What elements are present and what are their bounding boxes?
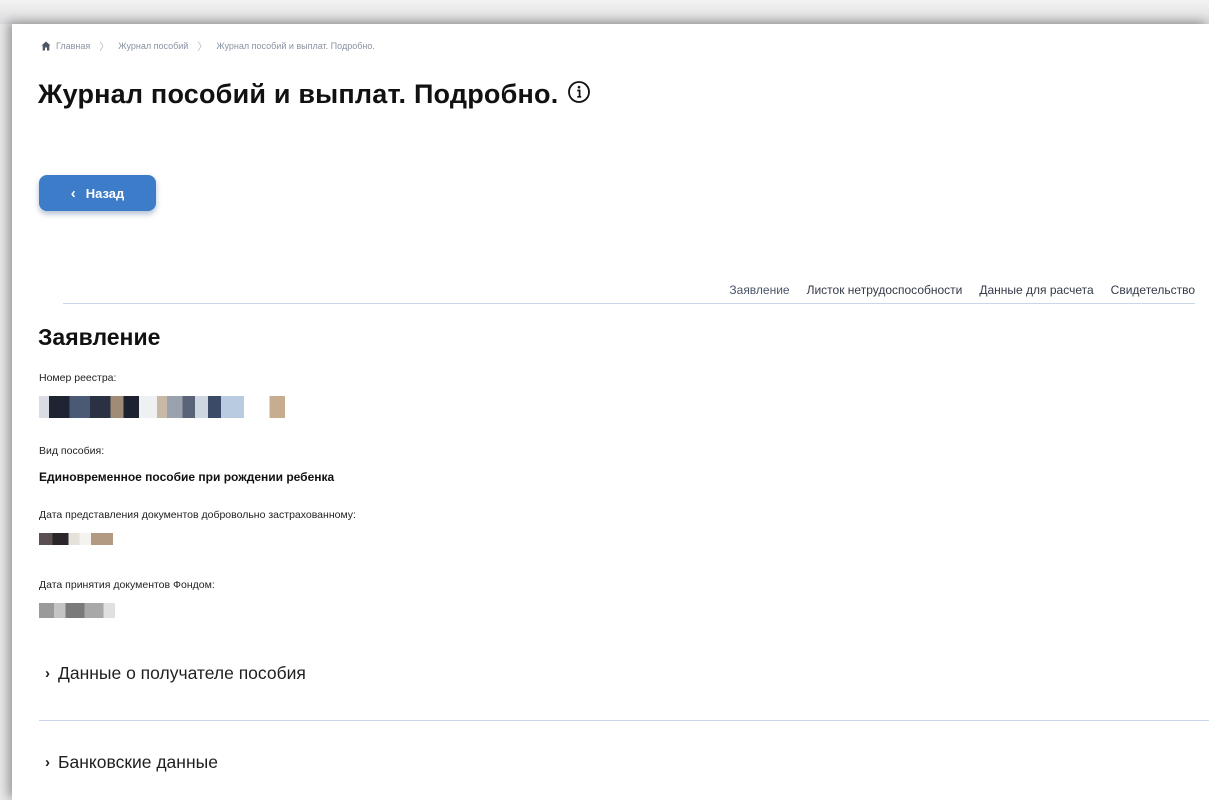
breadcrumb-home[interactable]: Главная — [56, 41, 90, 51]
back-button[interactable]: ‹ Назад — [39, 175, 156, 211]
section-title: Заявление — [38, 324, 161, 350]
chevron-right-icon: › — [45, 754, 50, 771]
breadcrumb: Главная 〉 Журнал пособий 〉 Журнал пособи… — [41, 38, 375, 53]
page-title-text: Журнал пособий и выплат. Подробно. — [38, 79, 559, 109]
tab-certificate[interactable]: Свидетельство — [1111, 283, 1195, 297]
tab-calculation-data[interactable]: Данные для расчета — [979, 283, 1093, 297]
docs-accepted-date-redacted — [39, 603, 115, 618]
bank-data-toggle[interactable]: › Банковские данные — [45, 752, 218, 773]
benefit-type-value: Единовременное пособие при рождении ребе… — [39, 470, 335, 484]
page-title: Журнал пособий и выплат. Подробно. — [38, 79, 591, 110]
info-icon[interactable] — [567, 80, 591, 104]
chevron-right-icon: 〉 — [99, 42, 110, 53]
recipient-data-label: Данные о получателе пособия — [58, 663, 306, 683]
recipient-data-toggle[interactable]: › Данные о получателе пособия — [45, 663, 306, 684]
tabs-divider — [63, 303, 1195, 304]
chevron-right-icon: › — [45, 665, 50, 682]
tab-application[interactable]: Заявление — [729, 283, 789, 297]
registry-number-label: Номер реестра: — [39, 372, 117, 384]
breadcrumb-current: Журнал пособий и выплат. Подробно. — [216, 40, 375, 51]
chevron-right-icon: 〉 — [197, 42, 208, 53]
benefit-type-label: Вид пособия: — [39, 445, 105, 457]
tab-sick-leave[interactable]: Листок нетрудоспособности — [807, 283, 963, 297]
docs-accepted-label: Дата принятия документов Фондом: — [39, 579, 215, 591]
registry-number-redacted — [39, 396, 295, 418]
back-button-label: Назад — [85, 185, 125, 201]
section-tabs: Заявление Листок нетрудоспособности Данн… — [712, 283, 1195, 297]
docs-submitted-date-redacted — [39, 533, 113, 545]
section-divider — [39, 720, 1209, 721]
page-container: Главная 〉 Журнал пособий 〉 Журнал пособи… — [12, 24, 1209, 800]
docs-submitted-label: Дата представления документов добровольн… — [39, 509, 356, 521]
window-top-edge — [0, 0, 1209, 24]
chevron-left-icon: ‹ — [70, 184, 76, 202]
breadcrumb-journal[interactable]: Журнал пособий — [118, 41, 188, 51]
bank-data-label: Банковские данные — [58, 752, 218, 772]
home-icon[interactable] — [41, 41, 51, 51]
